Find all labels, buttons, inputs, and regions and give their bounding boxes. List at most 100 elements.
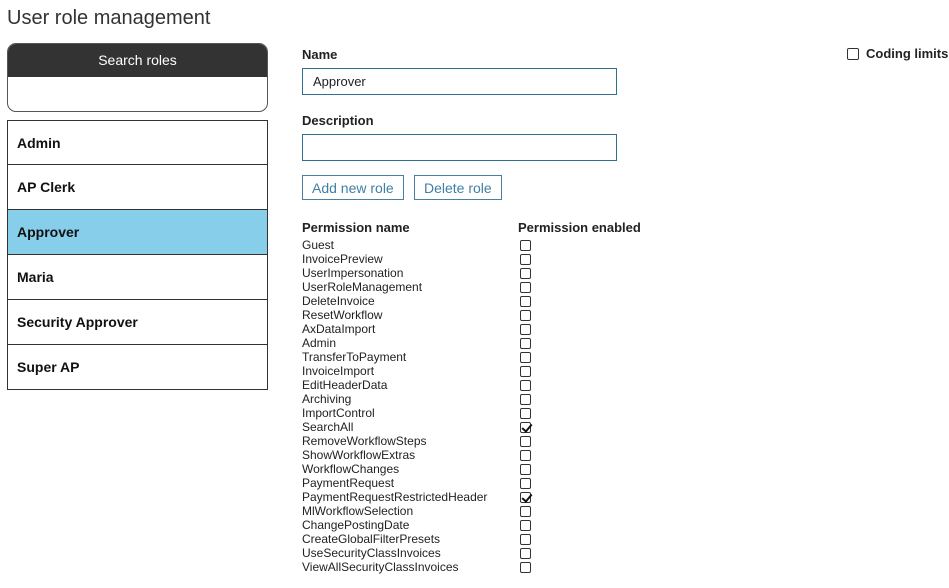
permission-row: MlWorkflowSelection: [302, 504, 641, 518]
permission-enabled-checkbox[interactable]: [519, 533, 531, 545]
permission-checkbox-wrap: [518, 280, 532, 294]
permission-name: Admin: [302, 336, 337, 350]
permission-name: CreateGlobalFilterPresets: [302, 532, 441, 546]
permission-checkbox-wrap: [518, 518, 532, 532]
permission-enabled-checkbox[interactable]: [519, 561, 531, 573]
description-label: Description: [302, 113, 374, 128]
permission-checkbox-wrap: [518, 504, 532, 518]
permission-row: RemoveWorkflowSteps: [302, 434, 641, 448]
permission-enabled-checkbox[interactable]: [519, 519, 531, 531]
permission-row: PaymentRequest: [302, 476, 641, 490]
permission-enabled-checkbox[interactable]: [519, 295, 531, 307]
permission-enabled-checkbox[interactable]: [519, 421, 531, 433]
permission-checkbox-wrap: [518, 350, 532, 364]
coding-limits-checkbox[interactable]: [847, 47, 859, 60]
permission-enabled-checkbox[interactable]: [519, 239, 531, 251]
permission-enabled-header: Permission enabled: [518, 219, 641, 235]
permission-checkbox-wrap: [518, 434, 532, 448]
permission-checkbox-wrap: [518, 476, 532, 490]
search-roles-input[interactable]: [8, 77, 267, 110]
permission-name: AxDataImport: [302, 322, 376, 336]
permission-enabled-checkbox[interactable]: [519, 477, 531, 489]
permission-name: EditHeaderData: [302, 378, 388, 392]
permission-checkbox-wrap: [518, 392, 532, 406]
permission-enabled-checkbox[interactable]: [519, 435, 531, 447]
permission-row: ViewAllSecurityClassInvoices: [302, 560, 641, 574]
permission-checkbox-wrap: [518, 266, 532, 280]
add-new-role-button[interactable]: Add new role: [302, 175, 404, 200]
role-item[interactable]: Approver: [7, 210, 268, 255]
permission-row: ResetWorkflow: [302, 308, 641, 322]
permission-name: SearchAll: [302, 420, 354, 434]
role-item[interactable]: Security Approver: [7, 300, 268, 345]
role-item[interactable]: AP Clerk: [7, 165, 268, 210]
name-label: Name: [302, 47, 338, 62]
permission-checkbox-wrap: [518, 406, 532, 420]
permission-enabled-checkbox[interactable]: [519, 253, 531, 265]
coding-limits-label: Coding limits: [866, 46, 949, 61]
permission-row: InvoicePreview: [302, 252, 641, 266]
permission-checkbox-wrap: [518, 322, 532, 336]
permission-enabled-checkbox[interactable]: [519, 393, 531, 405]
permission-row: WorkflowChanges: [302, 462, 641, 476]
search-roles-panel: Search roles: [7, 43, 268, 112]
permission-checkbox-wrap: [518, 560, 532, 574]
permission-name: PaymentRequestRestrictedHeader: [302, 490, 488, 504]
permission-row: InvoiceImport: [302, 364, 641, 378]
delete-role-button[interactable]: Delete role: [414, 175, 502, 200]
search-roles-header: Search roles: [8, 44, 267, 77]
permission-name-header: Permission name: [302, 219, 410, 235]
permission-enabled-checkbox[interactable]: [519, 505, 531, 517]
description-field[interactable]: [302, 134, 617, 161]
permission-name: UseSecurityClassInvoices: [302, 546, 441, 560]
permission-enabled-checkbox[interactable]: [519, 281, 531, 293]
permission-enabled-checkbox[interactable]: [519, 323, 531, 335]
permission-row: Guest: [302, 238, 641, 252]
permission-checkbox-wrap: [518, 308, 532, 322]
permission-name: ChangePostingDate: [302, 518, 410, 532]
permission-name: Guest: [302, 238, 335, 252]
permission-enabled-checkbox[interactable]: [519, 379, 531, 391]
permission-checkbox-wrap: [518, 294, 532, 308]
permission-enabled-checkbox[interactable]: [519, 407, 531, 419]
permission-name: ShowWorkflowExtras: [302, 448, 416, 462]
permission-name: Archiving: [302, 392, 352, 406]
permission-name: InvoicePreview: [302, 252, 383, 266]
permission-name: ViewAllSecurityClassInvoices: [302, 560, 459, 574]
permission-checkbox-wrap: [518, 364, 532, 378]
permission-enabled-checkbox[interactable]: [519, 267, 531, 279]
permission-row: Admin: [302, 336, 641, 350]
permission-enabled-checkbox[interactable]: [519, 449, 531, 461]
permission-enabled-checkbox[interactable]: [519, 491, 531, 503]
permission-table-header: Permission name Permission enabled: [302, 218, 641, 236]
permission-name: RemoveWorkflowSteps: [302, 434, 427, 448]
role-item[interactable]: Maria: [7, 255, 268, 300]
permission-checkbox-wrap: [518, 490, 532, 504]
permission-row: DeleteInvoice: [302, 294, 641, 308]
permission-enabled-checkbox[interactable]: [519, 337, 531, 349]
permission-row: TransferToPayment: [302, 350, 641, 364]
permission-name: InvoiceImport: [302, 364, 375, 378]
permission-name: ImportControl: [302, 406, 375, 420]
permission-name: UserImpersonation: [302, 266, 404, 280]
permission-row: UserImpersonation: [302, 266, 641, 280]
permission-enabled-checkbox[interactable]: [519, 547, 531, 559]
role-item[interactable]: Super AP: [7, 345, 268, 390]
permission-name: WorkflowChanges: [302, 462, 400, 476]
permission-enabled-checkbox[interactable]: [519, 365, 531, 377]
permission-name: UserRoleManagement: [302, 280, 423, 294]
role-item[interactable]: Admin: [7, 120, 268, 165]
permission-row: EditHeaderData: [302, 378, 641, 392]
permission-table: Permission name Permission enabled Guest…: [302, 218, 641, 575]
coding-limits-toggle[interactable]: Coding limits: [847, 46, 948, 61]
permission-row: UserRoleManagement: [302, 280, 641, 294]
name-field[interactable]: [302, 68, 617, 95]
permission-enabled-checkbox[interactable]: [519, 463, 531, 475]
permission-row: UseSecurityClassInvoices: [302, 546, 641, 560]
permission-enabled-checkbox[interactable]: [519, 351, 531, 363]
permission-checkbox-wrap: [518, 546, 532, 560]
permission-checkbox-wrap: [518, 252, 532, 266]
permission-checkbox-wrap: [518, 238, 532, 252]
permission-enabled-checkbox[interactable]: [519, 309, 531, 321]
permission-row: PaymentRequestRestrictedHeader: [302, 490, 641, 504]
